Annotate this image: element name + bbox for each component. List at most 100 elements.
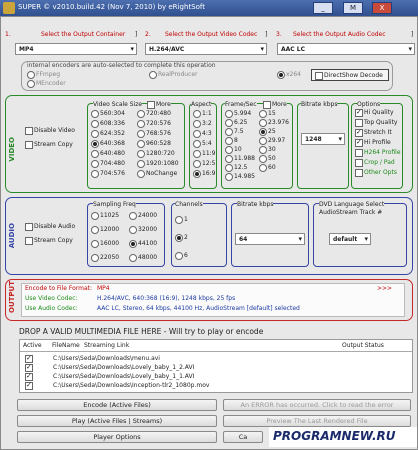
video-scale-more-checkbox[interactable]: More xyxy=(147,101,171,109)
file-name: C:\Users\Seda\Downloads\Lovely_baby_1_1.… xyxy=(53,373,195,380)
app-icon xyxy=(3,2,15,14)
channels-title: Channels xyxy=(175,201,203,208)
radio-fps1-2[interactable]: 7.5 xyxy=(225,128,244,136)
step3-end: ] xyxy=(411,31,414,38)
video-option-0[interactable]: Hi Quality xyxy=(355,108,394,117)
radio-chan-0[interactable]: 1 xyxy=(175,216,188,224)
radio-aspect-0[interactable]: 1:1 xyxy=(193,110,212,118)
disable-audio-checkbox[interactable]: Disable Audio xyxy=(25,223,75,231)
radio-fps2-5[interactable]: 50 xyxy=(259,155,276,163)
file-row[interactable]: C:\Users\Seda\Downloads\Lovely_baby_1_1.… xyxy=(23,372,409,381)
video-bitrate-title: Bitrate kbps xyxy=(301,101,338,108)
radio-scale1-1[interactable]: 608:336 xyxy=(91,120,125,128)
radio-fps2-4[interactable]: 30 xyxy=(259,146,276,154)
fps-more-checkbox[interactable]: More xyxy=(263,101,287,109)
encoder-realproducer[interactable]: RealProducer xyxy=(149,71,198,79)
radio-scale2-6[interactable]: NoChange xyxy=(137,170,177,178)
video-option-5[interactable]: Crop / Pad xyxy=(355,159,395,167)
video-bitrate-select[interactable]: 1248 xyxy=(301,133,345,145)
file-row[interactable]: C:\Users\Seda\Downloads\Inception-tlr2_1… xyxy=(23,381,409,390)
radio-aspect-1[interactable]: 3:2 xyxy=(193,120,212,128)
radio-scale1-3[interactable]: 640:368 xyxy=(91,140,125,148)
radio-scale2-5[interactable]: 1920:1080 xyxy=(137,160,179,168)
output-container-title: Select the Output Container xyxy=(41,31,126,38)
encoder-x264[interactable]: x264 xyxy=(277,71,301,79)
radio-scale1-6[interactable]: 704:576 xyxy=(91,170,125,178)
radio-chan-2[interactable]: 6 xyxy=(175,252,188,260)
output-container-select[interactable]: MP4 xyxy=(15,43,137,55)
window-title: SUPER © v2010.build.42 (Nov 7, 2010) by … xyxy=(18,3,205,11)
watermark-text: PROGRAMNEW.RU xyxy=(273,429,396,443)
audio-codec-select[interactable]: AAC LC xyxy=(277,43,415,55)
radio-aspect-5[interactable]: 12:5 xyxy=(193,160,215,168)
audio-bitrate-title: Bitrate kbps xyxy=(237,201,274,208)
video-option-4[interactable]: H264 Profile xyxy=(355,149,401,157)
error-button[interactable]: An ERROR has occurred. Click to read the… xyxy=(223,399,411,411)
radio-fps1-3[interactable]: 8 xyxy=(225,137,238,145)
radio-fps2-3[interactable]: 29.97 xyxy=(259,137,285,145)
radio-fps1-6[interactable]: 12.5 xyxy=(225,164,247,172)
radio-freq2-2[interactable]: 44100 xyxy=(129,240,157,248)
radio-freq2-1[interactable]: 32000 xyxy=(129,226,157,234)
radio-aspect-2[interactable]: 4:3 xyxy=(193,130,212,138)
video-options-title: Options xyxy=(357,101,381,108)
video-option-2[interactable]: Stretch It xyxy=(355,128,392,137)
audio-stream-copy-checkbox[interactable]: Stream Copy xyxy=(25,237,73,245)
close-button[interactable]: X xyxy=(372,2,392,14)
radio-freq1-1[interactable]: 12000 xyxy=(91,226,119,234)
radio-aspect-6[interactable]: 16:9 xyxy=(193,170,215,178)
audio-bitrate-select[interactable]: 64 xyxy=(235,233,305,245)
step2-label: 2. xyxy=(145,31,151,38)
cancel-button[interactable]: Ca xyxy=(223,431,263,443)
radio-freq1-0[interactable]: 11025 xyxy=(91,212,119,220)
radio-fps1-7[interactable]: 14.985 xyxy=(225,173,255,181)
restore-button[interactable]: M xyxy=(343,2,363,14)
dvd-track-select[interactable]: default xyxy=(329,233,371,245)
encoder-ffmpeg[interactable]: FFmpeg xyxy=(27,71,60,79)
video-bitrate-group xyxy=(297,103,349,189)
video-option-6[interactable]: Other Opts xyxy=(355,169,397,177)
radio-scale2-4[interactable]: 1280:720 xyxy=(137,150,175,158)
radio-aspect-4[interactable]: 11:9 xyxy=(193,150,215,158)
radio-chan-1[interactable]: 2 xyxy=(175,234,188,242)
radio-scale2-0[interactable]: 720:480 xyxy=(137,110,171,118)
encode-format-value: MP4 xyxy=(97,285,110,292)
aspect-title: Aspect xyxy=(191,101,212,108)
radio-scale2-1[interactable]: 720:576 xyxy=(137,120,171,128)
radio-freq2-3[interactable]: 48000 xyxy=(129,254,157,262)
preview-button[interactable]: Preview The Last Rendered File xyxy=(223,415,411,427)
file-row[interactable]: C:\Users\Seda\Downloads\menu.avi xyxy=(23,354,409,363)
radio-freq1-3[interactable]: 22050 xyxy=(91,254,119,262)
radio-fps2-1[interactable]: 23.976 xyxy=(259,119,289,127)
radio-fps2-6[interactable]: 60 xyxy=(259,164,276,172)
video-option-3[interactable]: Hi Profile xyxy=(355,138,391,147)
radio-scale1-0[interactable]: 560:304 xyxy=(91,110,125,118)
radio-scale2-3[interactable]: 960:528 xyxy=(137,140,171,148)
radio-scale2-2[interactable]: 768:576 xyxy=(137,130,171,138)
radio-freq2-0[interactable]: 24000 xyxy=(129,212,157,220)
audio-codec-label: Use Audio Codec: xyxy=(25,305,78,312)
video-codec-select[interactable]: H.264/AVC xyxy=(145,43,267,55)
video-option-1[interactable]: Top Quality xyxy=(355,119,397,127)
step1-label: 1. xyxy=(5,31,11,38)
radio-scale1-4[interactable]: 640:480 xyxy=(91,150,125,158)
radio-freq1-2[interactable]: 16000 xyxy=(91,240,119,248)
radio-fps1-1[interactable]: 6.25 xyxy=(225,119,247,127)
radio-fps1-0[interactable]: 5.994 xyxy=(225,110,251,118)
radio-fps1-4[interactable]: 10 xyxy=(225,146,242,154)
play-button[interactable]: Play (Active Files | Streams) xyxy=(17,415,217,427)
video-stream-copy-checkbox[interactable]: Stream Copy xyxy=(25,141,73,149)
radio-scale1-2[interactable]: 624:352 xyxy=(91,130,125,138)
radio-fps2-2[interactable]: 25 xyxy=(259,128,276,136)
radio-fps1-5[interactable]: 11.988 xyxy=(225,155,255,163)
encode-button[interactable]: Encode (Active Files) xyxy=(17,399,217,411)
radio-fps2-0[interactable]: 15 xyxy=(259,110,276,118)
disable-video-checkbox[interactable]: Disable Video xyxy=(25,127,75,135)
radio-aspect-3[interactable]: 5:4 xyxy=(193,140,212,148)
encoder-mencoder[interactable]: MEncoder xyxy=(27,80,66,88)
radio-scale1-5[interactable]: 704:480 xyxy=(91,160,125,168)
directshow-decode-checkbox[interactable]: DirectShow Decode xyxy=(315,72,383,80)
file-row[interactable]: C:\Users\Seda\Downloads\Lovely_baby_1_2.… xyxy=(23,363,409,372)
player-options-button[interactable]: Player Options xyxy=(17,431,217,443)
minimize-button[interactable]: _ xyxy=(313,2,333,14)
